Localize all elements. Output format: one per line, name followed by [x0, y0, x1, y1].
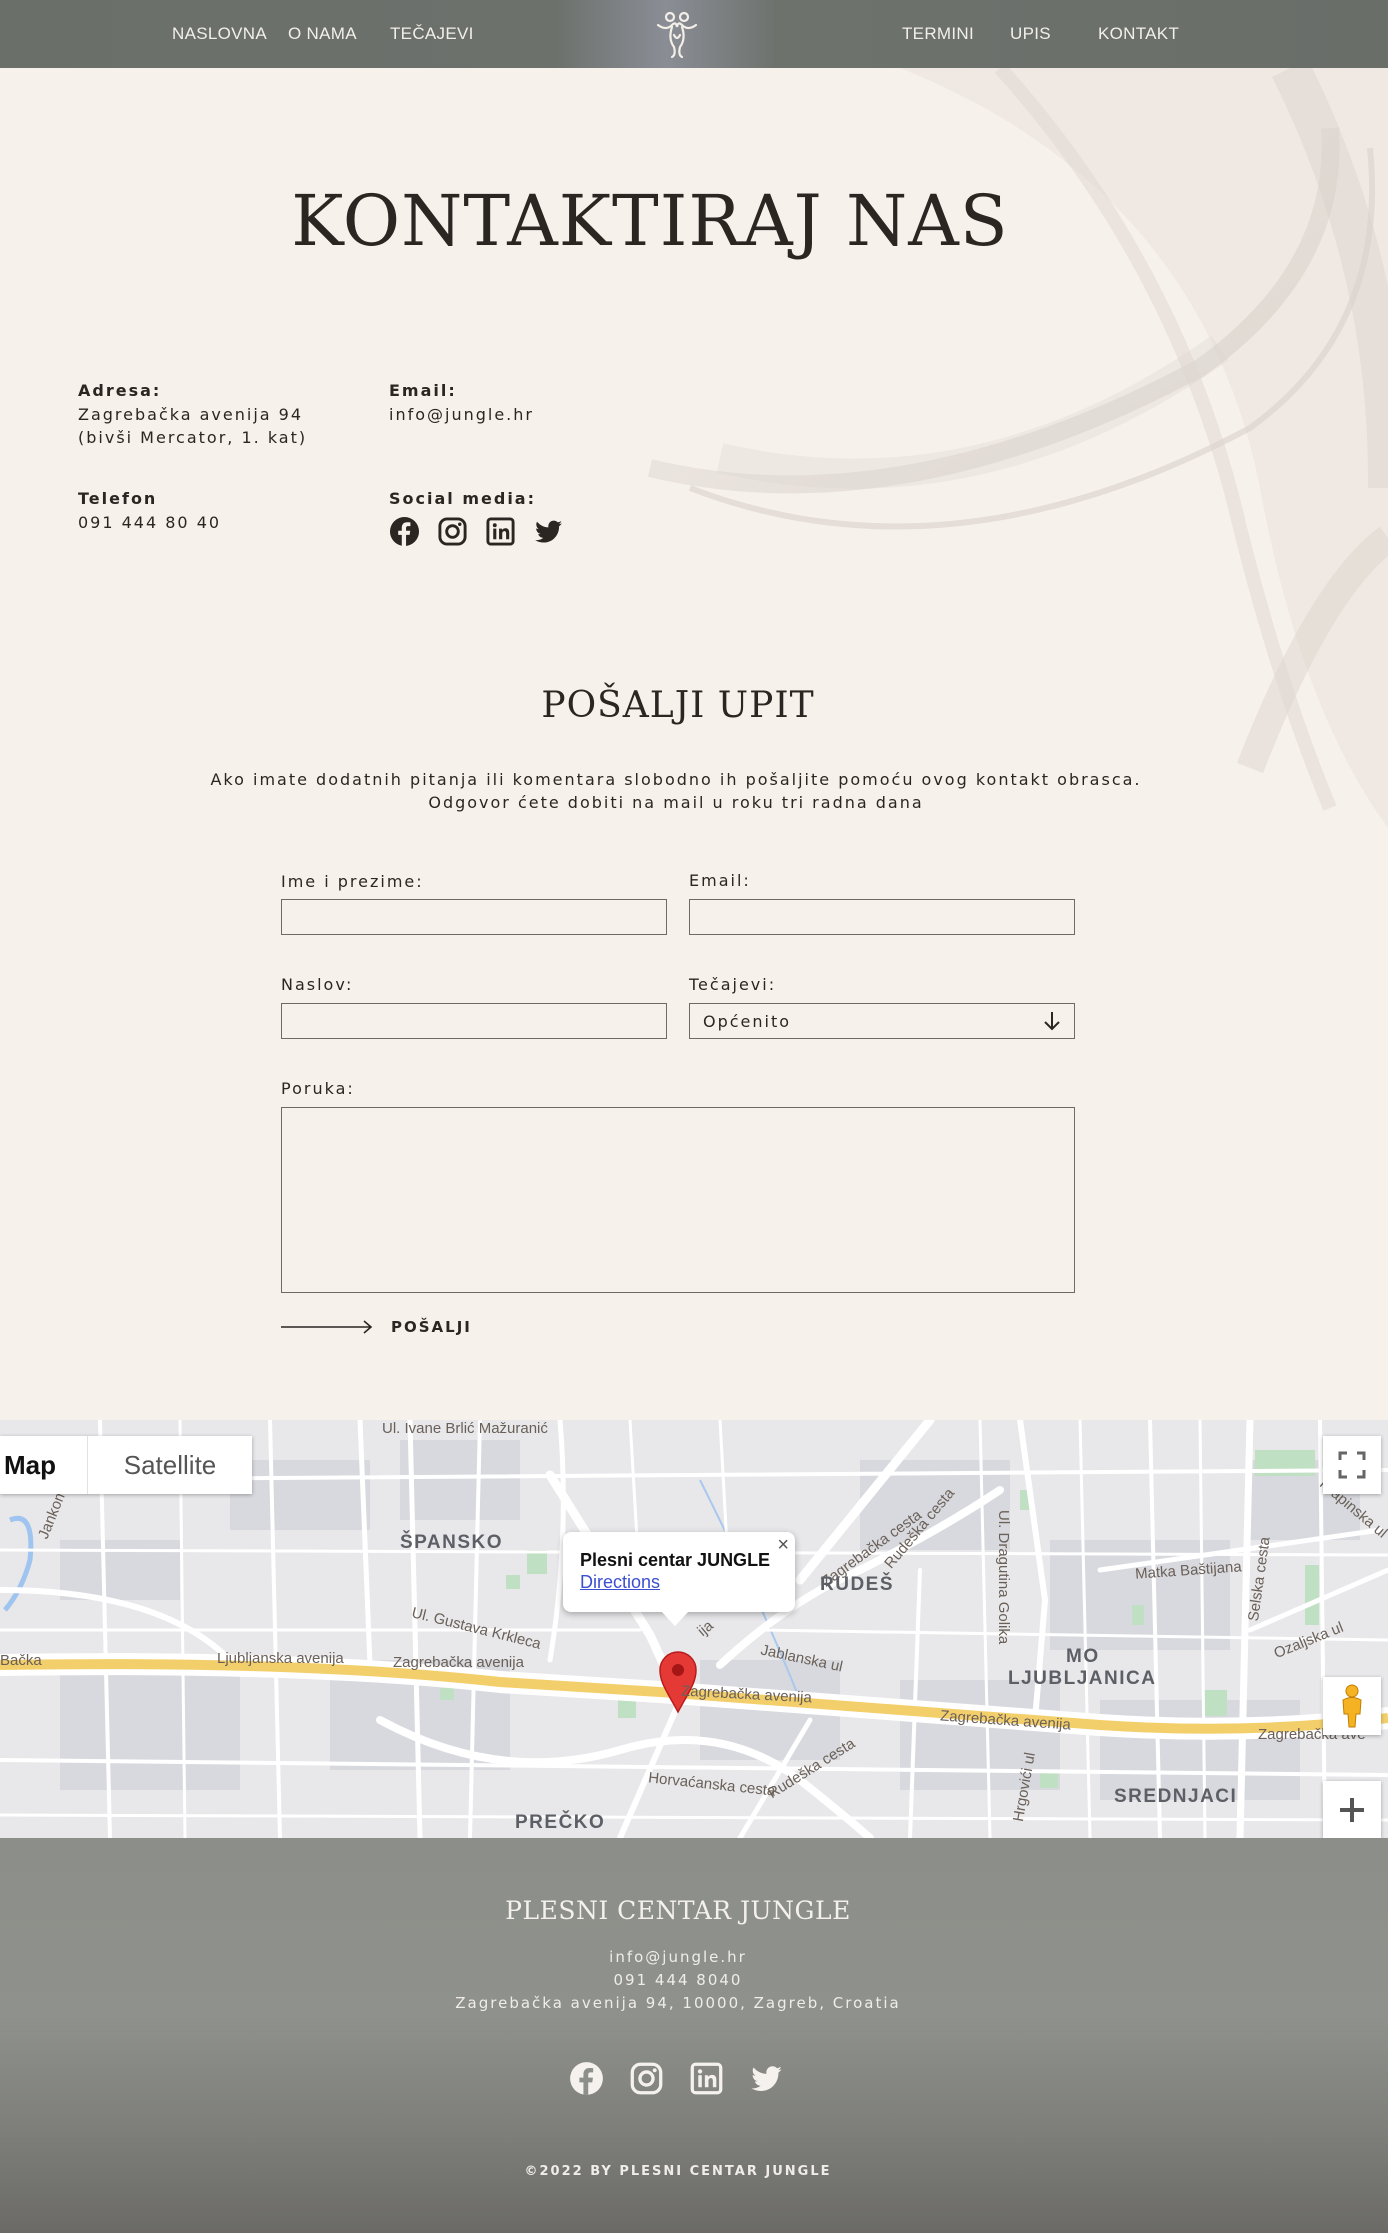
email-field[interactable] — [689, 899, 1075, 935]
name-input[interactable] — [282, 900, 666, 934]
nav-tecajevi[interactable]: TEČAJEVI — [390, 24, 474, 44]
email-input[interactable] — [690, 900, 1074, 934]
subject-label: Naslov: — [281, 975, 354, 994]
subject-field[interactable] — [281, 1003, 667, 1039]
arrow-down-icon — [1044, 1012, 1060, 1031]
map-info-window: Plesni centar JUNGLE Directions × — [563, 1532, 795, 1626]
footer-phone[interactable]: 091 444 8040 — [0, 1971, 1356, 1989]
map-label-street: Ul. Ivane Brlić Mažuranić — [382, 1420, 548, 1437]
nav-termini[interactable]: TERMINI — [902, 24, 974, 44]
dancing-couple-logo-icon[interactable] — [652, 9, 702, 59]
map-type-map-button[interactable]: Map — [0, 1436, 88, 1494]
name-field[interactable] — [281, 899, 667, 935]
email-label: Email: — [389, 381, 457, 400]
info-window-tail — [661, 1611, 689, 1626]
nav-o-nama[interactable]: O NAMA — [288, 24, 357, 44]
map-type-control: Map Satellite — [0, 1436, 252, 1494]
name-label: Ime i prezime: — [281, 872, 424, 891]
copyright-text: ©2022 BY PLESNI CENTAR JUNGLE — [524, 2164, 832, 2179]
address-line-2: (bivši Mercator, 1. kat) — [78, 428, 308, 447]
footer-social-links — [569, 2061, 784, 2096]
submit-button[interactable]: POŠALJI — [281, 1315, 472, 1339]
inquiry-description-line-1: Ako imate dodatnih pitanja ili komentara… — [210, 770, 1142, 789]
fullscreen-icon — [1338, 1451, 1366, 1479]
directions-link[interactable]: Directions — [580, 1572, 660, 1593]
footer-title: PLESNI CENTAR JUNGLE — [505, 1896, 851, 1925]
close-icon[interactable]: × — [777, 1534, 789, 1557]
map-label-district: RUDEŠ — [820, 1574, 895, 1595]
message-textarea[interactable] — [281, 1107, 1075, 1293]
instagram-icon[interactable] — [437, 516, 468, 547]
twitter-icon[interactable] — [533, 516, 564, 547]
map-label-district: PREČKO — [515, 1812, 606, 1833]
instagram-icon[interactable] — [629, 2061, 664, 2096]
footer: PLESNI CENTAR JUNGLE info@jungle.hr 091 … — [0, 1838, 1388, 2233]
map-label-street: Bačka — [0, 1652, 42, 1669]
map-label-district: LJUBLJANICA — [1008, 1668, 1157, 1689]
street-view-pegman-button[interactable] — [1323, 1677, 1381, 1735]
footer-email[interactable]: info@jungle.hr — [0, 1948, 1356, 1966]
message-label: Poruka: — [281, 1079, 355, 1098]
inquiry-section-title: POŠALJI UPIT — [541, 685, 815, 726]
submit-button-label: POŠALJI — [391, 1318, 472, 1336]
map-label-district: ŠPANSKO — [400, 1532, 504, 1553]
google-map[interactable]: Ul. Ivane Brlić Mažuranić Jankomir Bačka… — [0, 1420, 1388, 1838]
nav-naslovna[interactable]: NASLOVNA — [172, 24, 267, 44]
subject-input[interactable] — [282, 1004, 666, 1038]
linkedin-icon[interactable] — [485, 516, 516, 547]
map-label-district: SREDNJACI — [1114, 1786, 1238, 1807]
long-arrow-right-icon — [281, 1320, 373, 1334]
address-line-1: Zagrebačka avenija 94 — [78, 405, 304, 424]
plus-icon — [1340, 1798, 1364, 1822]
form-email-label: Email: — [689, 871, 751, 890]
phone-label: Telefon — [78, 489, 158, 508]
map-label-street: Ljubljanska avenija — [217, 1650, 344, 1667]
inquiry-description-line-2: Odgovor ćete dobiti na mail u roku tri r… — [428, 793, 924, 812]
nav-upis[interactable]: UPIS — [1010, 24, 1051, 44]
linkedin-icon[interactable] — [689, 2061, 724, 2096]
map-label-street: Zagrebačka avenija — [393, 1654, 524, 1671]
zoom-in-button[interactable] — [1323, 1781, 1381, 1838]
social-media-links — [389, 516, 564, 547]
footer-address: Zagrebačka avenija 94, 10000, Zagreb, Cr… — [455, 1994, 901, 2012]
facebook-icon[interactable] — [389, 516, 420, 547]
courses-label: Tečajevi: — [689, 975, 777, 994]
courses-select[interactable]: Općenito — [689, 1003, 1075, 1039]
top-navigation: NASLOVNA O NAMA TEČAJEVI TERMINI UPIS KO… — [0, 0, 1388, 68]
map-label-district: MO — [1066, 1646, 1100, 1667]
social-media-label: Social media: — [389, 489, 536, 508]
facebook-icon[interactable] — [569, 2061, 604, 2096]
map-type-satellite-button[interactable]: Satellite — [88, 1436, 252, 1494]
fullscreen-button[interactable] — [1323, 1436, 1381, 1494]
email-link[interactable]: info@jungle.hr — [389, 403, 534, 426]
page-title: KONTAKTIRAJ NAS — [291, 180, 1009, 262]
twitter-icon[interactable] — [749, 2061, 784, 2096]
courses-selected-value: Općenito — [703, 1012, 792, 1031]
map-label-street: Ul. Dragutina Golika — [995, 1510, 1012, 1645]
inquiry-description: Ako imate dodatnih pitanja ili komentara… — [0, 768, 1352, 814]
nav-kontakt[interactable]: KONTAKT — [1098, 24, 1179, 44]
phone-value[interactable]: 091 444 80 40 — [78, 511, 221, 534]
address-label: Adresa: — [78, 381, 162, 400]
pegman-icon — [1342, 1684, 1362, 1728]
map-info-title: Plesni centar JUNGLE — [580, 1550, 771, 1570]
